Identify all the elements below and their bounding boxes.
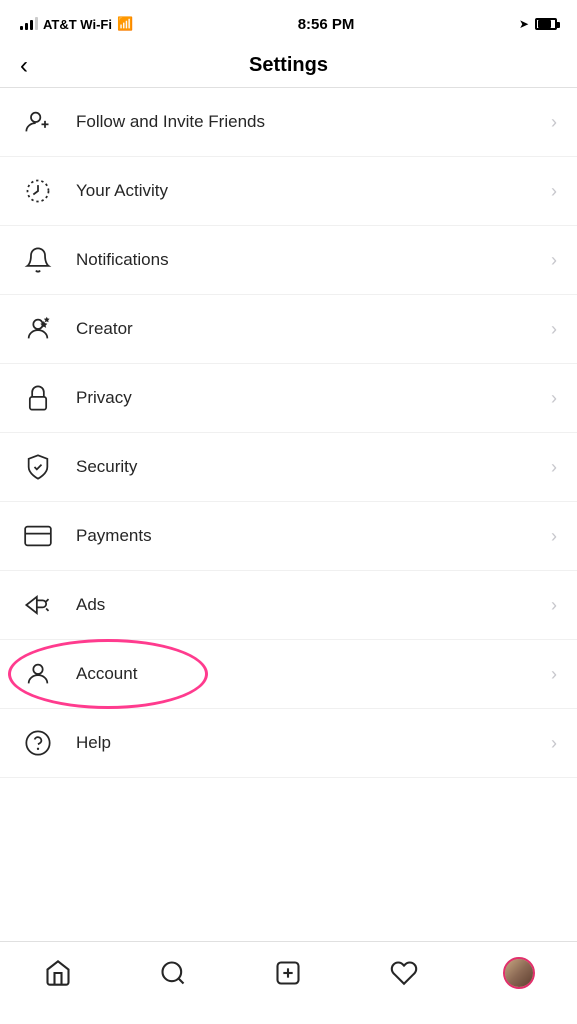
your-activity-label: Your Activity — [76, 181, 168, 201]
wifi-icon: 📶 — [117, 16, 133, 32]
settings-item-privacy[interactable]: Privacy › — [0, 364, 577, 433]
chevron-icon: › — [551, 595, 557, 616]
settings-item-follow-invite[interactable]: Follow and Invite Friends › — [0, 88, 577, 157]
bottom-nav — [0, 941, 577, 1024]
person-add-icon — [20, 104, 56, 140]
nav-search[interactable] — [148, 951, 198, 995]
nav-add[interactable] — [263, 951, 313, 995]
shield-icon — [20, 449, 56, 485]
page-title: Settings — [249, 54, 328, 77]
notifications-label: Notifications — [76, 250, 169, 270]
item-left-payments: Payments — [20, 518, 152, 554]
status-indicators: ➤ — [519, 17, 557, 31]
add-icon — [274, 959, 302, 987]
help-label: Help — [76, 733, 111, 753]
settings-item-notifications[interactable]: Notifications › — [0, 226, 577, 295]
ads-icon — [20, 587, 56, 623]
carrier-info: AT&T Wi-Fi 📶 — [20, 16, 133, 32]
settings-item-security[interactable]: Security › — [0, 433, 577, 502]
settings-item-payments[interactable]: Payments › — [0, 502, 577, 571]
item-left-creator: Creator — [20, 311, 133, 347]
location-icon: ➤ — [519, 17, 529, 31]
privacy-label: Privacy — [76, 388, 132, 408]
creator-icon — [20, 311, 56, 347]
item-left-notifications: Notifications — [20, 242, 169, 278]
chevron-icon: › — [551, 319, 557, 340]
security-label: Security — [76, 457, 137, 477]
nav-heart[interactable] — [379, 951, 429, 995]
item-left-security: Security — [20, 449, 137, 485]
avatar-image — [505, 959, 533, 987]
signal-icon — [20, 18, 38, 30]
item-left-help: Help — [20, 725, 111, 761]
item-left-activity: Your Activity — [20, 173, 168, 209]
card-icon — [20, 518, 56, 554]
home-icon — [44, 959, 72, 987]
chevron-icon: › — [551, 112, 557, 133]
carrier-label: AT&T Wi-Fi — [43, 17, 112, 32]
search-icon — [159, 959, 187, 987]
settings-item-your-activity[interactable]: Your Activity › — [0, 157, 577, 226]
chevron-icon: › — [551, 526, 557, 547]
bell-icon — [20, 242, 56, 278]
follow-invite-label: Follow and Invite Friends — [76, 112, 265, 132]
chevron-icon: › — [551, 250, 557, 271]
item-left-privacy: Privacy — [20, 380, 132, 416]
account-label: Account — [76, 664, 137, 684]
settings-item-creator[interactable]: Creator › — [0, 295, 577, 364]
activity-icon — [20, 173, 56, 209]
chevron-icon: › — [551, 664, 557, 685]
status-bar: AT&T Wi-Fi 📶 8:56 PM ➤ — [0, 0, 577, 44]
settings-item-help[interactable]: Help › — [0, 709, 577, 778]
settings-item-ads[interactable]: Ads › — [0, 571, 577, 640]
settings-item-account[interactable]: Account › — [0, 640, 577, 709]
chevron-icon: › — [551, 457, 557, 478]
status-time: 8:56 PM — [298, 16, 355, 33]
chevron-icon: › — [551, 181, 557, 202]
battery-icon — [535, 18, 557, 30]
item-left-ads: Ads — [20, 587, 105, 623]
nav-profile[interactable] — [494, 951, 544, 995]
nav-home[interactable] — [33, 951, 83, 995]
creator-label: Creator — [76, 319, 133, 339]
heart-icon — [390, 959, 418, 987]
item-left-follow: Follow and Invite Friends — [20, 104, 265, 140]
item-left-account: Account — [20, 656, 137, 692]
chevron-icon: › — [551, 733, 557, 754]
person-icon — [20, 656, 56, 692]
chevron-icon: › — [551, 388, 557, 409]
ads-label: Ads — [76, 595, 105, 615]
payments-label: Payments — [76, 526, 152, 546]
help-icon — [20, 725, 56, 761]
settings-list: Follow and Invite Friends › Your Activit… — [0, 88, 577, 778]
profile-avatar — [503, 957, 535, 989]
back-button[interactable]: ‹ — [20, 54, 28, 78]
header: ‹ Settings — [0, 44, 577, 88]
lock-icon — [20, 380, 56, 416]
